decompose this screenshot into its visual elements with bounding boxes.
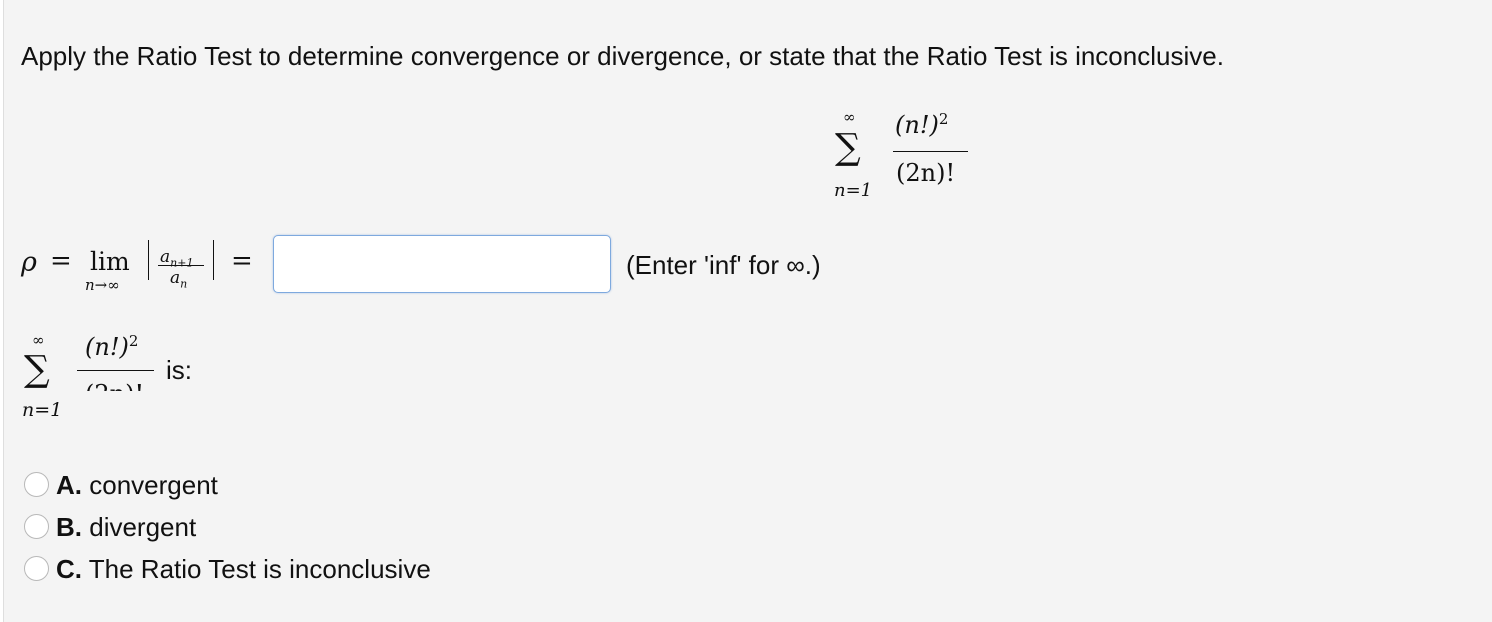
- series-upper-limit: ∞: [843, 108, 856, 126]
- ratio-equals: =: [231, 246, 253, 276]
- abs-bar-right: [213, 240, 215, 280]
- input-hint: (Enter 'inf' for ∞.): [626, 250, 821, 280]
- series-repeat-lower-limit: n=1: [22, 399, 63, 421]
- choice-a-radio[interactable]: [24, 472, 49, 497]
- ratio-fraction-bar: [158, 265, 204, 267]
- choice-a-label: A. convergent: [56, 470, 218, 500]
- series-denominator: (2n)!: [896, 159, 956, 187]
- summation-repeat-icon: ∑: [24, 349, 50, 390]
- abs-bar-left: [148, 240, 150, 280]
- series-repeat-fraction-bar: [77, 370, 154, 372]
- rho-answer-input[interactable]: [273, 235, 611, 293]
- series-repeat-is-label: is:: [166, 355, 192, 385]
- ratio-denominator: an: [170, 268, 188, 291]
- lim-operator: lim: [90, 247, 130, 276]
- series-repeat-numerator: (n!)2: [85, 332, 139, 361]
- lim-subscript: n→∞: [85, 276, 120, 294]
- summation-icon: ∑: [835, 127, 861, 168]
- rho-symbol: ρ: [21, 247, 37, 278]
- series-lower-limit: n=1: [834, 180, 873, 201]
- choice-b-radio[interactable]: [24, 514, 49, 539]
- series-fraction-bar: [893, 151, 968, 153]
- choice-b-label: B. divergent: [56, 512, 197, 542]
- rho-equals: =: [50, 246, 72, 276]
- question-panel: [3, 0, 1492, 622]
- question-instruction: Apply the Ratio Test to determine conver…: [21, 41, 1224, 71]
- choice-c-radio[interactable]: [24, 556, 49, 581]
- series-repeat-clip: [78, 391, 158, 431]
- choice-c-label: C. The Ratio Test is inconclusive: [56, 554, 431, 584]
- series-repeat-upper-limit: ∞: [32, 331, 45, 349]
- series-numerator: (n!)2: [895, 110, 949, 139]
